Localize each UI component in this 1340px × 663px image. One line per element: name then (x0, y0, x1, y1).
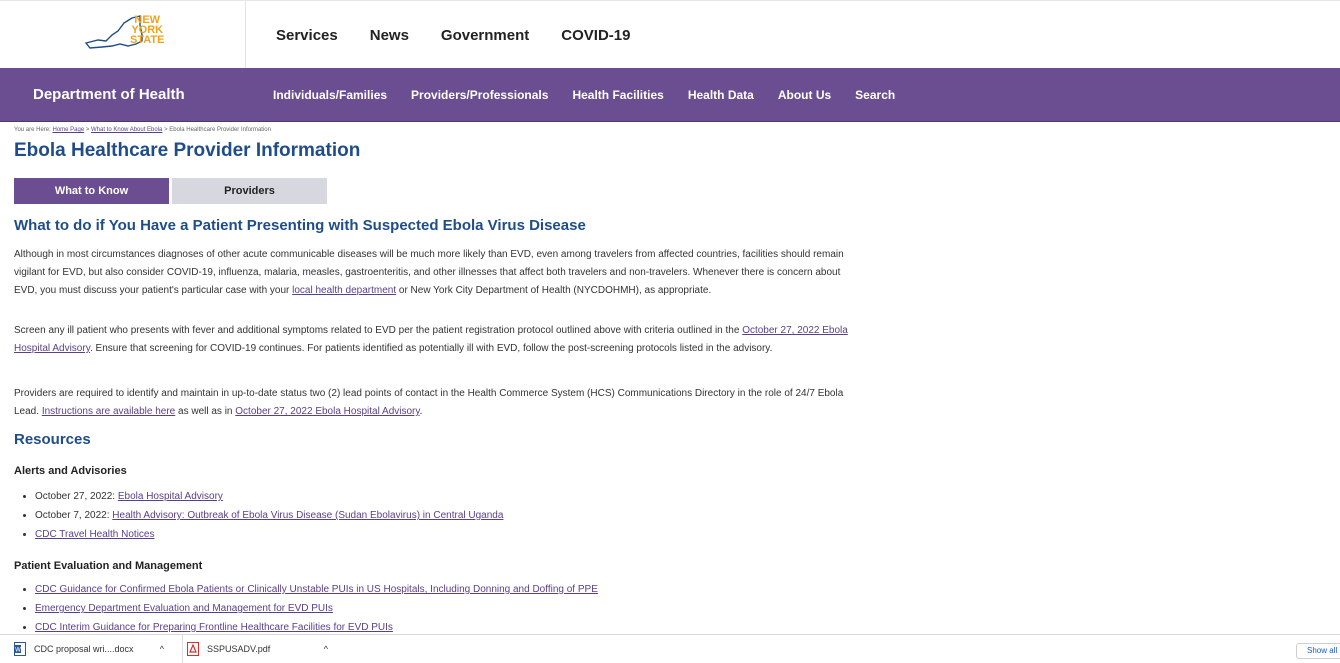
nav-about-us[interactable]: About Us (778, 88, 831, 102)
list-item: October 27, 2022: Ebola Hospital Advisor… (35, 487, 503, 506)
logo-text: NEW YORK STATE (130, 14, 165, 46)
resource-link[interactable]: Emergency Department Evaluation and Mana… (35, 603, 333, 614)
resource-link[interactable]: CDC Guidance for Confirmed Ebola Patient… (35, 584, 598, 595)
paragraph-text: . (419, 406, 423, 417)
paragraph-text: as well as in (175, 406, 236, 417)
breadcrumb-separator: > (84, 127, 92, 133)
breadcrumb: You are Here: Home Page > What to Know A… (14, 127, 271, 133)
page-title: Ebola Healthcare Provider Information (14, 140, 361, 161)
breadcrumb-ebola-link[interactable]: What to Know About Ebola (91, 127, 162, 133)
paragraph-text: or New York City Department of Health (N… (396, 285, 712, 296)
download-item-docx[interactable]: W CDC proposal wri....docx ^ (14, 635, 174, 663)
alert-link[interactable]: Ebola Hospital Advisory (118, 491, 223, 502)
breadcrumb-current: Ebola Healthcare Provider Information (169, 127, 271, 133)
paragraph-lead-contacts: Providers are required to identify and m… (14, 385, 864, 421)
local-health-department-link[interactable]: local health department (292, 285, 396, 296)
section-title: What to do if You Have a Patient Present… (14, 217, 586, 234)
download-filename: SSPUSADV.pdf (207, 644, 271, 654)
nav-government[interactable]: Government (441, 27, 529, 44)
download-item-pdf[interactable]: SSPUSADV.pdf ^ (182, 635, 338, 663)
nav-health-facilities[interactable]: Health Facilities (572, 88, 663, 102)
nav-search[interactable]: Search (855, 88, 895, 102)
department-nav-bar: Department of Health Individuals/Familie… (0, 68, 1340, 122)
ny-state-logo[interactable]: NEW YORK STATE (0, 1, 246, 69)
list-item: October 7, 2022: Health Advisory: Outbre… (35, 506, 503, 525)
alert-date: October 27, 2022: (35, 491, 118, 502)
svg-text:W: W (15, 647, 21, 654)
patient-evaluation-list: CDC Guidance for Confirmed Ebola Patient… (20, 580, 598, 637)
alert-link[interactable]: CDC Travel Health Notices (35, 529, 154, 540)
download-filename: CDC proposal wri....docx (34, 644, 134, 654)
breadcrumb-home-link[interactable]: Home Page (52, 127, 84, 133)
resources-title: Resources (14, 431, 91, 448)
downloads-bar: W CDC proposal wri....docx ^ SSPUSADV.pd… (0, 634, 1340, 663)
ebola-hospital-advisory-link-2[interactable]: October 27, 2022 Ebola Hospital Advisory (235, 406, 419, 417)
patient-evaluation-title: Patient Evaluation and Management (14, 560, 203, 572)
word-document-icon: W (14, 642, 26, 656)
alerts-advisories-title: Alerts and Advisories (14, 465, 127, 477)
department-nav: Individuals/Families Providers/Professio… (273, 68, 895, 122)
nav-services[interactable]: Services (276, 27, 338, 44)
nav-covid19[interactable]: COVID-19 (561, 27, 630, 44)
nav-health-data[interactable]: Health Data (688, 88, 754, 102)
site-header: NEW YORK STATE Services News Government … (0, 0, 1340, 69)
page-tabs: What to Know Providers (14, 178, 327, 204)
resource-link[interactable]: CDC Interim Guidance for Preparing Front… (35, 622, 393, 633)
nav-individuals-families[interactable]: Individuals/Families (273, 88, 387, 102)
top-nav: Services News Government COVID-19 (276, 1, 630, 69)
chevron-up-icon[interactable]: ^ (160, 644, 164, 654)
tab-providers[interactable]: Providers (172, 178, 327, 204)
breadcrumb-prefix: You are Here: (14, 127, 51, 133)
nav-news[interactable]: News (370, 27, 409, 44)
instructions-link[interactable]: Instructions are available here (42, 406, 175, 417)
pdf-document-icon (187, 642, 199, 656)
chevron-up-icon[interactable]: ^ (324, 644, 328, 654)
tab-what-to-know[interactable]: What to Know (14, 178, 169, 204)
paragraph-screening: Screen any ill patient who presents with… (14, 322, 864, 358)
paragraph-text: Screen any ill patient who presents with… (14, 325, 743, 336)
paragraph-evd-concern: Although in most circumstances diagnoses… (14, 246, 864, 300)
paragraph-text: . Ensure that screening for COVID-19 con… (89, 343, 773, 354)
alert-link[interactable]: Health Advisory: Outbreak of Ebola Virus… (112, 510, 503, 521)
alert-date: October 7, 2022: (35, 510, 113, 521)
alerts-list: October 27, 2022: Ebola Hospital Advisor… (20, 487, 503, 544)
show-all-button[interactable]: Show all (1296, 643, 1340, 659)
list-item: CDC Travel Health Notices (35, 525, 503, 544)
list-item: Emergency Department Evaluation and Mana… (35, 599, 598, 618)
department-title[interactable]: Department of Health (33, 68, 185, 122)
list-item: CDC Guidance for Confirmed Ebola Patient… (35, 580, 598, 599)
nav-providers-professionals[interactable]: Providers/Professionals (411, 88, 548, 102)
